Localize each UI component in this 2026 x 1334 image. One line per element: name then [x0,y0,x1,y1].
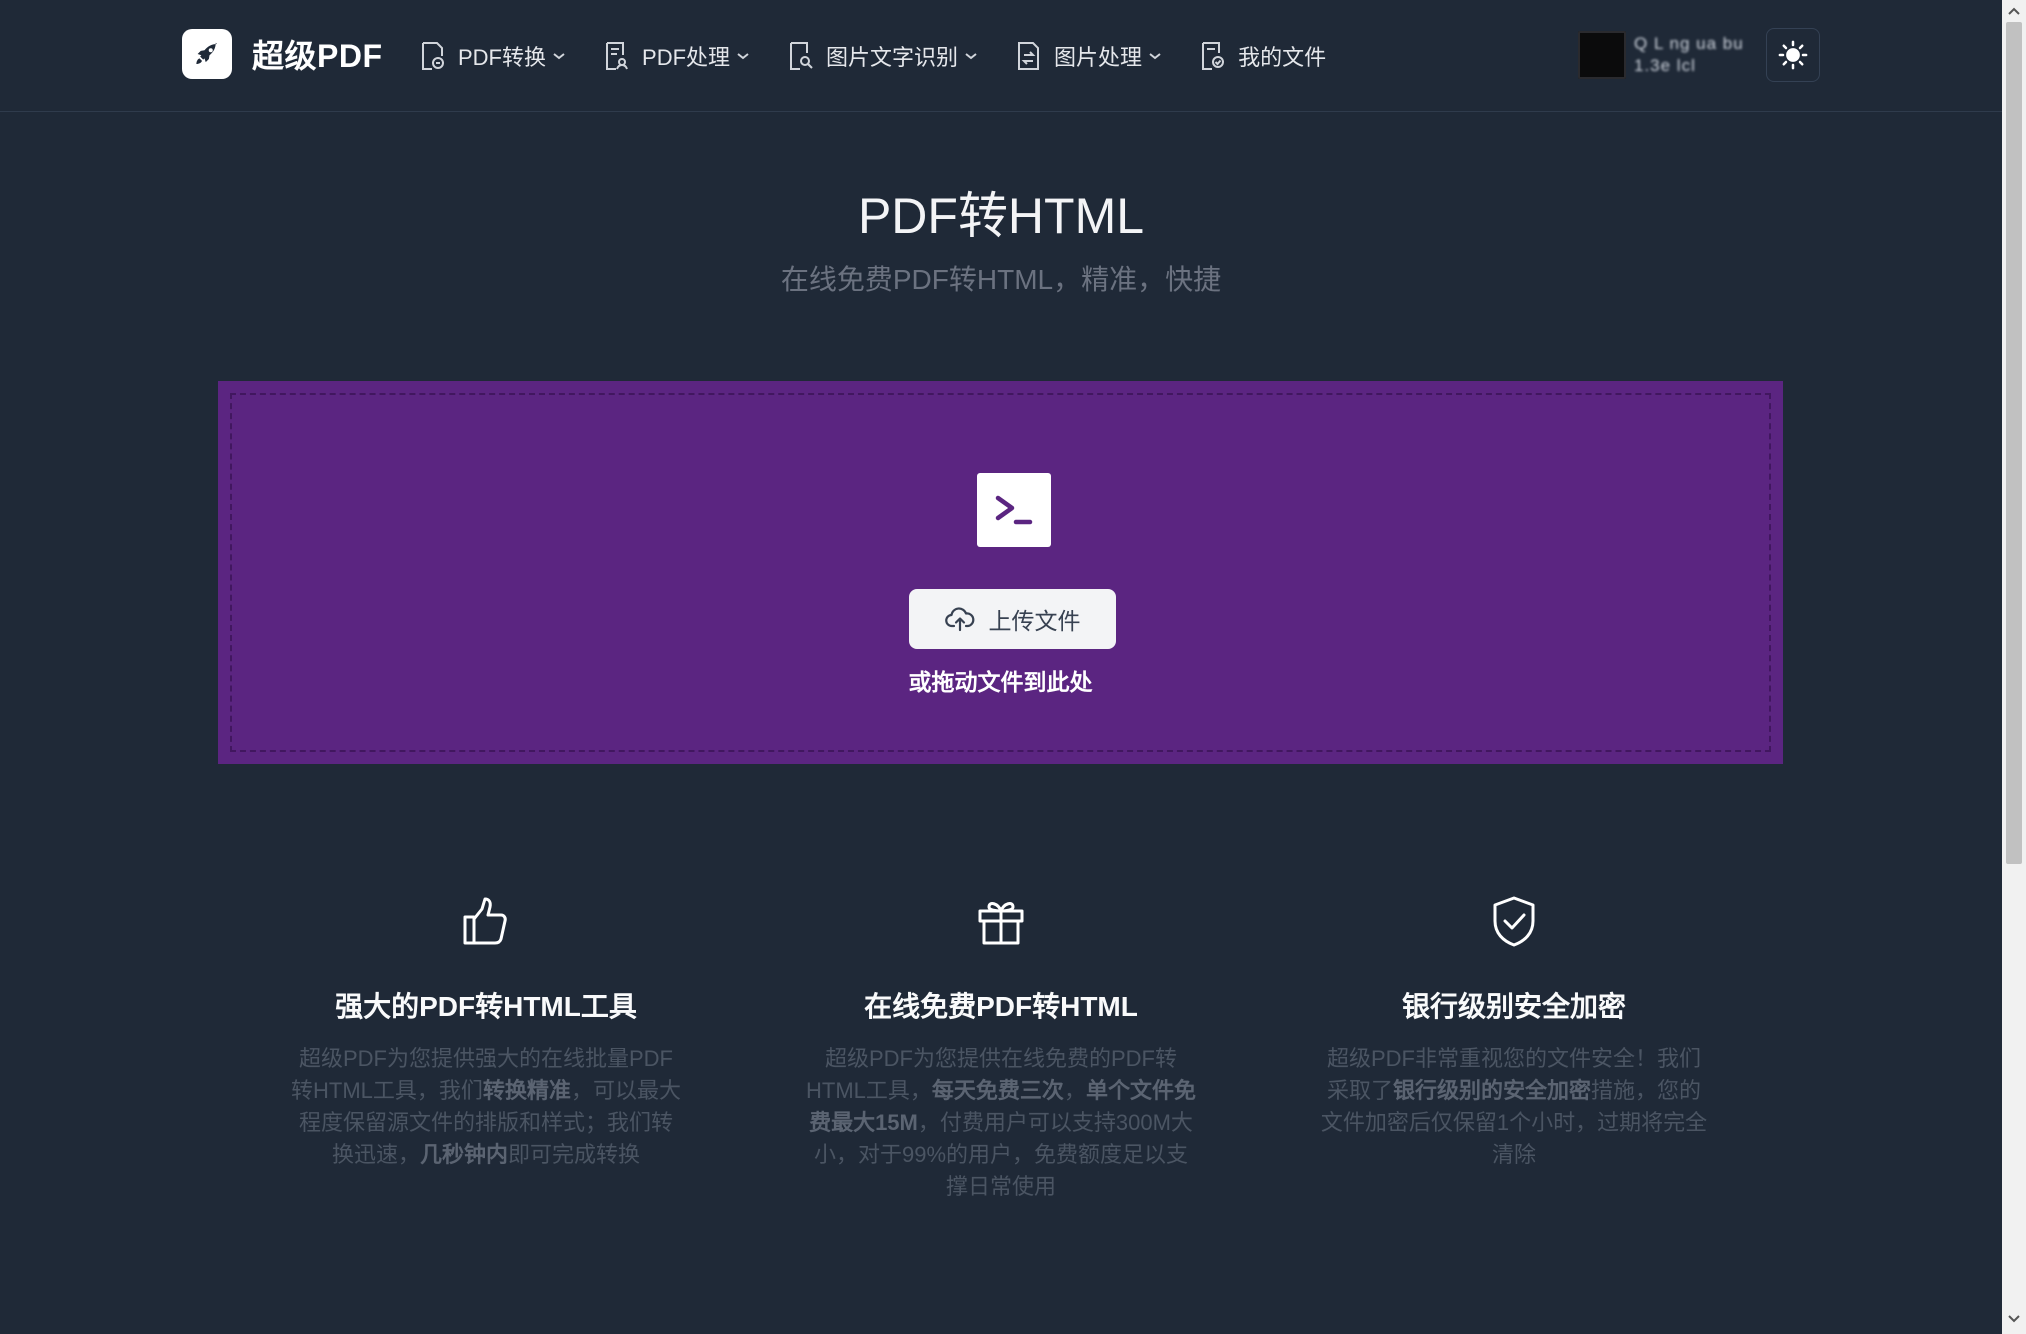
thumbs-up-icon [463,897,507,945]
feature-desc-highlight: 转换精准 [482,1078,571,1103]
page-subtitle: 在线免费PDF转HTML，精准，快捷 [780,264,1222,295]
user-account[interactable]: Q L ng ua bu 1.3e lcl [1578,31,1744,79]
user-info: Q L ng ua bu 1.3e lcl [1634,33,1744,77]
nav-pdf-process[interactable]: PDF处理 [604,40,750,72]
page-title: PDF转HTML [857,188,1145,244]
terminal-icon [977,473,1051,547]
chevron-down-icon [737,52,749,59]
logo[interactable]: 超级PDF [182,29,383,79]
pdf-convert-icon [422,41,444,70]
nav-label: 图片处理 [1054,44,1143,70]
feature-security: 银行级别安全加密 超级PDF非常重视您的文件安全！我们采取了银行级别的安全加密措… [1304,895,1724,1171]
my-files-icon [1202,41,1225,70]
upload-file-button[interactable]: 上传文件 [909,589,1116,649]
scroll-down-arrow-icon[interactable] [2002,1308,2026,1330]
user-meta: 1.3e lcl [1634,56,1696,75]
gift-icon [978,902,1024,945]
feature-desc: 超级PDF为您提供强大的在线批量PDF转HTML工具，我们转换精准，可以最大程度… [291,1043,681,1171]
main-nav: PDF转换 PDF处理 图片文字识别 图片处理 我的文件 [420,0,1364,111]
logo-text: 超级PDF [252,38,383,74]
nav-image-process[interactable]: 图片处理 [1016,40,1162,72]
chevron-down-icon [965,52,977,59]
feature-desc-highlight: 几秒钟内 [419,1142,508,1167]
feature-desc-text: 即可完成转换 [508,1142,641,1167]
feature-desc-highlight: 银行级别的安全加密 [1392,1078,1591,1103]
nav-label: 我的文件 [1238,44,1327,70]
nav-my-files[interactable]: 我的文件 [1200,40,1326,72]
user-name: Q L ng ua bu [1634,34,1744,53]
image-process-icon [1018,41,1040,70]
upload-button-label: 上传文件 [988,608,1081,634]
avatar [1578,31,1626,79]
feature-title: 银行级别安全加密 [1401,991,1626,1022]
chevron-down-icon [553,52,565,59]
nav-label: PDF转换 [458,44,547,70]
nav-label: PDF处理 [642,44,731,70]
cloud-upload-icon [944,607,974,632]
scrollbar-thumb[interactable] [2006,22,2022,864]
dropzone-border: 上传文件 或拖动文件到此处 [230,393,1771,752]
nav-pdf-convert[interactable]: PDF转换 [420,40,566,72]
vertical-scrollbar[interactable] [2002,0,2026,1334]
scroll-up-arrow-icon[interactable] [2002,0,2026,22]
pdf-process-icon [606,41,628,70]
top-navbar: 超级PDF PDF转换 PDF处理 图片文字识别 图片处理 我的文件 Q L n… [0,0,2002,112]
feature-powerful: 强大的PDF转HTML工具 超级PDF为您提供强大的在线批量PDF转HTML工具… [276,895,696,1171]
sun-icon [1778,40,1808,70]
chevron-down-icon [1149,52,1161,59]
feature-title: 强大的PDF转HTML工具 [335,991,637,1022]
feature-title: 在线免费PDF转HTML [864,991,1138,1022]
nav-label: 图片文字识别 [826,44,959,70]
nav-image-ocr[interactable]: 图片文字识别 [788,40,978,72]
feature-desc: 超级PDF非常重视您的文件安全！我们采取了银行级别的安全加密措施，您的文件加密后… [1319,1043,1709,1171]
theme-toggle-button[interactable] [1766,28,1820,82]
upload-dropzone[interactable]: 上传文件 或拖动文件到此处 [218,381,1783,764]
feature-desc: 超级PDF为您提供在线免费的PDF转HTML工具，每天免费三次，单个文件免费最大… [806,1043,1196,1203]
drop-hint: 或拖动文件到此处 [908,669,1093,695]
image-ocr-icon [790,41,813,70]
feature-desc-text: ， [1063,1078,1086,1103]
feature-free: 在线免费PDF转HTML 超级PDF为您提供在线免费的PDF转HTML工具，每天… [791,895,1211,1203]
shield-check-icon [1493,896,1535,947]
rocket-icon [182,29,232,79]
feature-desc-highlight: 每天免费三次 [931,1078,1064,1103]
